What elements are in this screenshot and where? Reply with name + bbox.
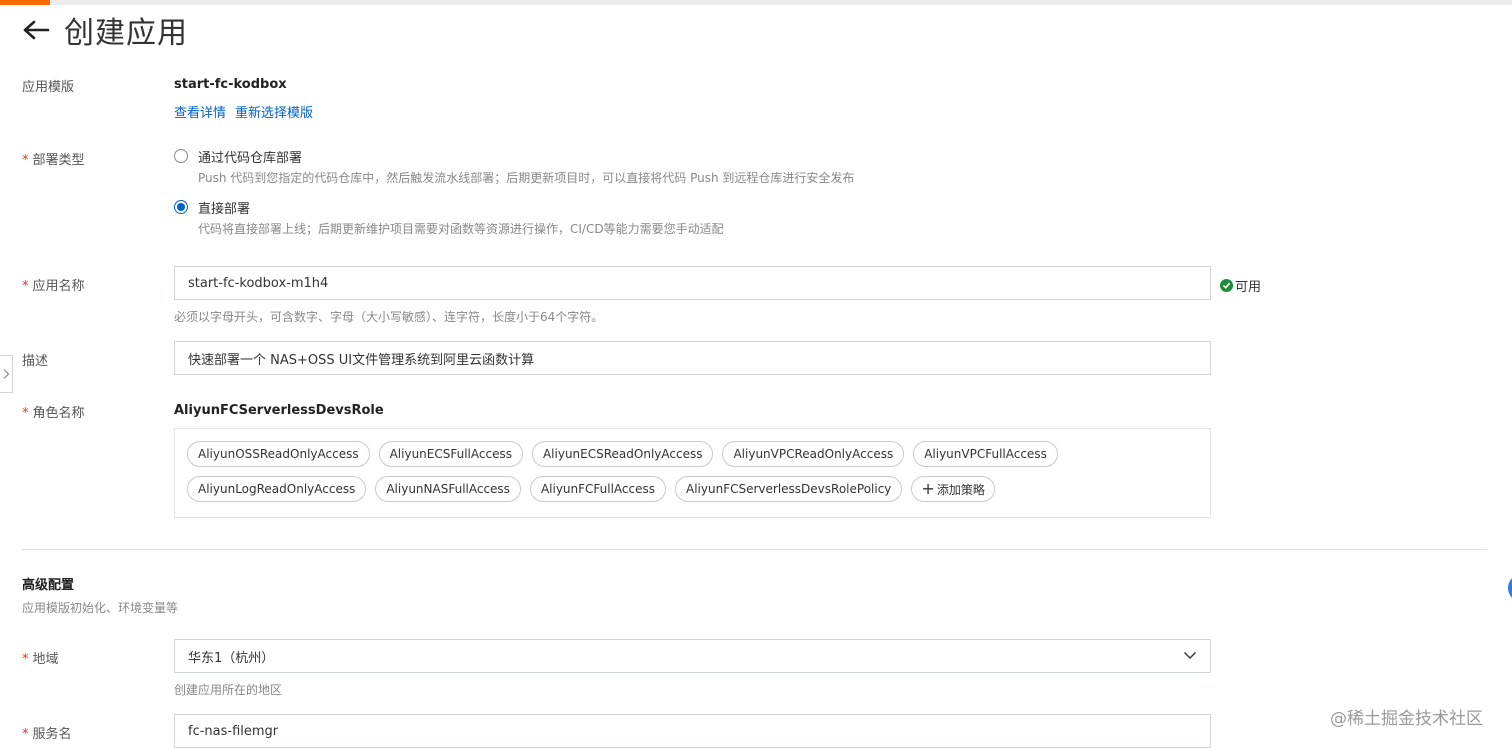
app-name-input[interactable]: start-fc-kodbox-m1h4 — [174, 266, 1211, 300]
page-header: 创建应用 — [20, 10, 188, 51]
watermark: @稀土掘金技术社区 — [1330, 709, 1483, 729]
top-bar-accent — [0, 0, 50, 5]
role-name: AliyunFCServerlessDevsRole — [174, 403, 384, 418]
radio-repo[interactable] — [174, 149, 188, 163]
page-title: 创建应用 — [64, 16, 188, 51]
reselect-template-link[interactable]: 重新选择模版 — [235, 106, 313, 121]
section-divider — [22, 549, 1487, 550]
region-label: * 地域 — [22, 652, 59, 667]
app-name-label: * 应用名称 — [22, 279, 85, 294]
policy-tag[interactable]: AliyunFCFullAccess — [529, 476, 667, 502]
region-select-value: 华东1（杭州） — [188, 650, 275, 666]
chevron-down-icon — [1183, 649, 1197, 664]
help-floating-button[interactable] — [1508, 574, 1512, 602]
deploy-type-label: * 部署类型 — [22, 153, 85, 168]
plus-icon: + — [921, 479, 935, 498]
policy-tag[interactable]: AliyunFCServerlessDevsRolePolicy — [675, 476, 903, 502]
template-label: 应用模版 — [22, 80, 75, 95]
policy-tag[interactable]: AliyunLogReadOnlyAccess — [187, 476, 367, 502]
view-details-link[interactable]: 查看详情 — [174, 106, 226, 121]
policy-box: AliyunOSSReadOnlyAccess AliyunECSFullAcc… — [174, 428, 1211, 518]
policy-tag[interactable]: AliyunECSFullAccess — [378, 441, 523, 467]
advanced-section-title: 高级配置 — [22, 578, 75, 593]
app-name-status: 可用 — [1220, 276, 1261, 295]
description-label: 描述 — [22, 354, 49, 369]
policy-tag[interactable]: AliyunNASFullAccess — [375, 476, 521, 502]
deploy-option-repo-label: 通过代码仓库部署 — [198, 150, 303, 166]
service-name-input[interactable]: fc-nas-filemgr — [174, 714, 1211, 748]
policy-tag[interactable]: AliyunVPCReadOnlyAccess — [722, 441, 905, 467]
chevron-right-icon — [3, 369, 10, 379]
policy-tag[interactable]: AliyunOSSReadOnlyAccess — [187, 441, 370, 467]
description-input[interactable]: 快速部署一个 NAS+OSS UI文件管理系统到阿里云函数计算 — [174, 341, 1211, 375]
deploy-option-repo[interactable]: 通过代码仓库部署 Push 代码到您指定的代码仓库中，然后触发流水线部署；后期更… — [174, 146, 854, 186]
policy-tag[interactable]: AliyunECSReadOnlyAccess — [531, 441, 714, 467]
deploy-option-direct[interactable]: 直接部署 代码将直接部署上线；后期更新维护项目需要对函数等资源进行操作，CI/C… — [174, 197, 854, 237]
back-arrow-icon[interactable] — [20, 14, 52, 46]
sidebar-expand-handle[interactable] — [0, 355, 13, 393]
policy-tag[interactable]: AliyunVPCFullAccess — [913, 441, 1058, 467]
region-hint: 创建应用所在的地区 — [174, 683, 283, 697]
role-label: * 角色名称 — [22, 406, 85, 421]
deploy-option-direct-desc: 代码将直接部署上线；后期更新维护项目需要对函数等资源进行操作，CI/CD等能力需… — [198, 222, 724, 236]
deploy-option-repo-desc: Push 代码到您指定的代码仓库中，然后触发流水线部署；后期更新项目时，可以直接… — [198, 171, 855, 185]
add-policy-label: 添加策略 — [936, 482, 985, 497]
deploy-option-direct-label: 直接部署 — [198, 201, 251, 217]
region-select[interactable]: 华东1（杭州） — [174, 639, 1211, 673]
app-name-hint: 必须以字母开头，可含数字、字母（大小写敏感）、连字符，长度小于64个字符。 — [174, 310, 604, 324]
advanced-section-subtitle: 应用模版初始化、环境变量等 — [22, 601, 179, 615]
app-name-status-text: 可用 — [1235, 280, 1262, 295]
top-bar — [0, 0, 1512, 5]
check-circle-icon — [1220, 279, 1233, 292]
radio-direct[interactable] — [174, 200, 188, 214]
service-label: * 服务名 — [22, 727, 72, 742]
template-name: start-fc-kodbox — [174, 77, 287, 92]
add-policy-button[interactable]: + 添加策略 — [911, 476, 995, 502]
